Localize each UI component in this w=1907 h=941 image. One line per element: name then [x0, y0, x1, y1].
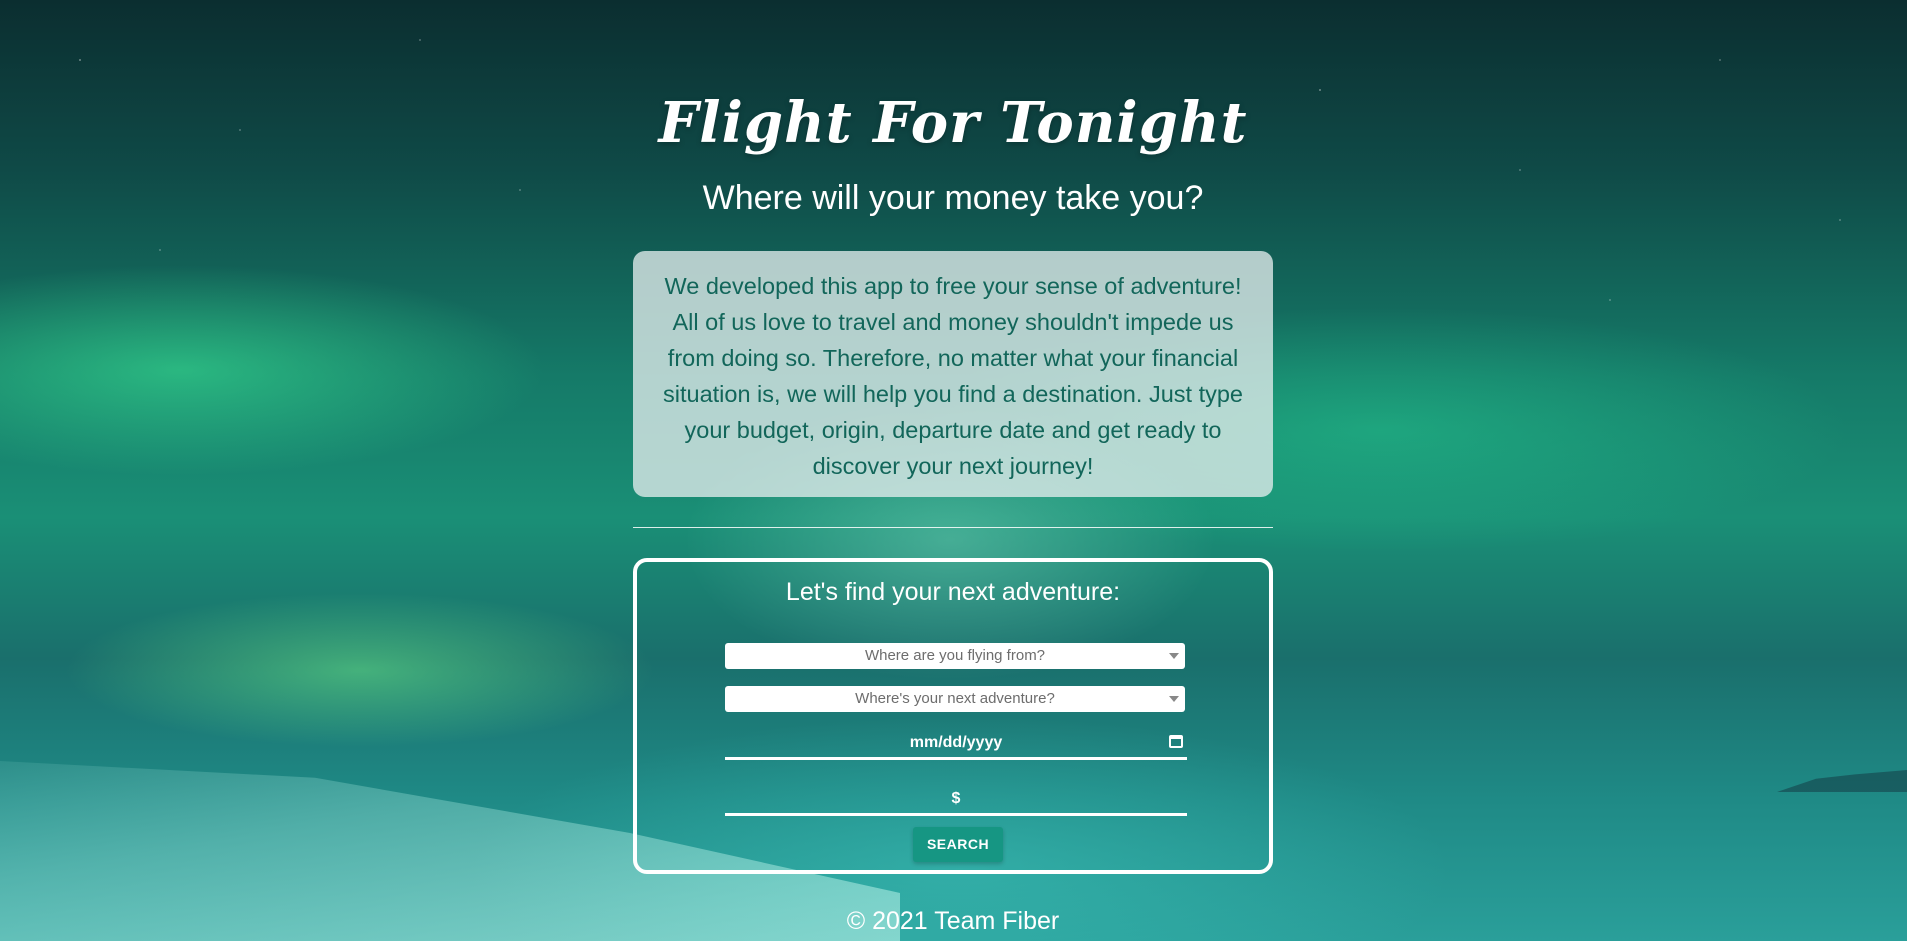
origin-select-placeholder: Where are you flying from?	[864, 647, 1046, 664]
budget-placeholder: $	[951, 790, 961, 807]
destination-select-placeholder: Where's your next adventure?	[855, 690, 1055, 707]
about-panel: We developed this app to free your sense…	[633, 251, 1273, 497]
chevron-down-icon	[1169, 653, 1179, 659]
page-title: Flight For Tonight	[658, 90, 1248, 156]
calendar-icon[interactable]	[1169, 735, 1183, 748]
background-headland	[1777, 770, 1907, 792]
page-subtitle: Where will your money take you?	[702, 179, 1204, 217]
departure-date-placeholder: mm/dd/yyyy	[909, 734, 1003, 751]
chevron-down-icon	[1169, 696, 1179, 702]
about-text: We developed this app to free your sense…	[663, 273, 1243, 479]
search-form: Let's find your next adventure: Where ar…	[633, 558, 1273, 874]
destination-select[interactable]: Where's your next adventure?	[725, 686, 1185, 712]
departure-date-input[interactable]: mm/dd/yyyy	[725, 726, 1187, 760]
search-heading: Let's find your next adventure:	[785, 578, 1121, 606]
footer-copyright: © 2021 Team Fiber	[846, 907, 1060, 935]
budget-input[interactable]: $	[725, 782, 1187, 816]
section-divider	[633, 527, 1273, 528]
origin-select[interactable]: Where are you flying from?	[725, 643, 1185, 669]
search-button[interactable]: SEARCH	[913, 827, 1003, 862]
